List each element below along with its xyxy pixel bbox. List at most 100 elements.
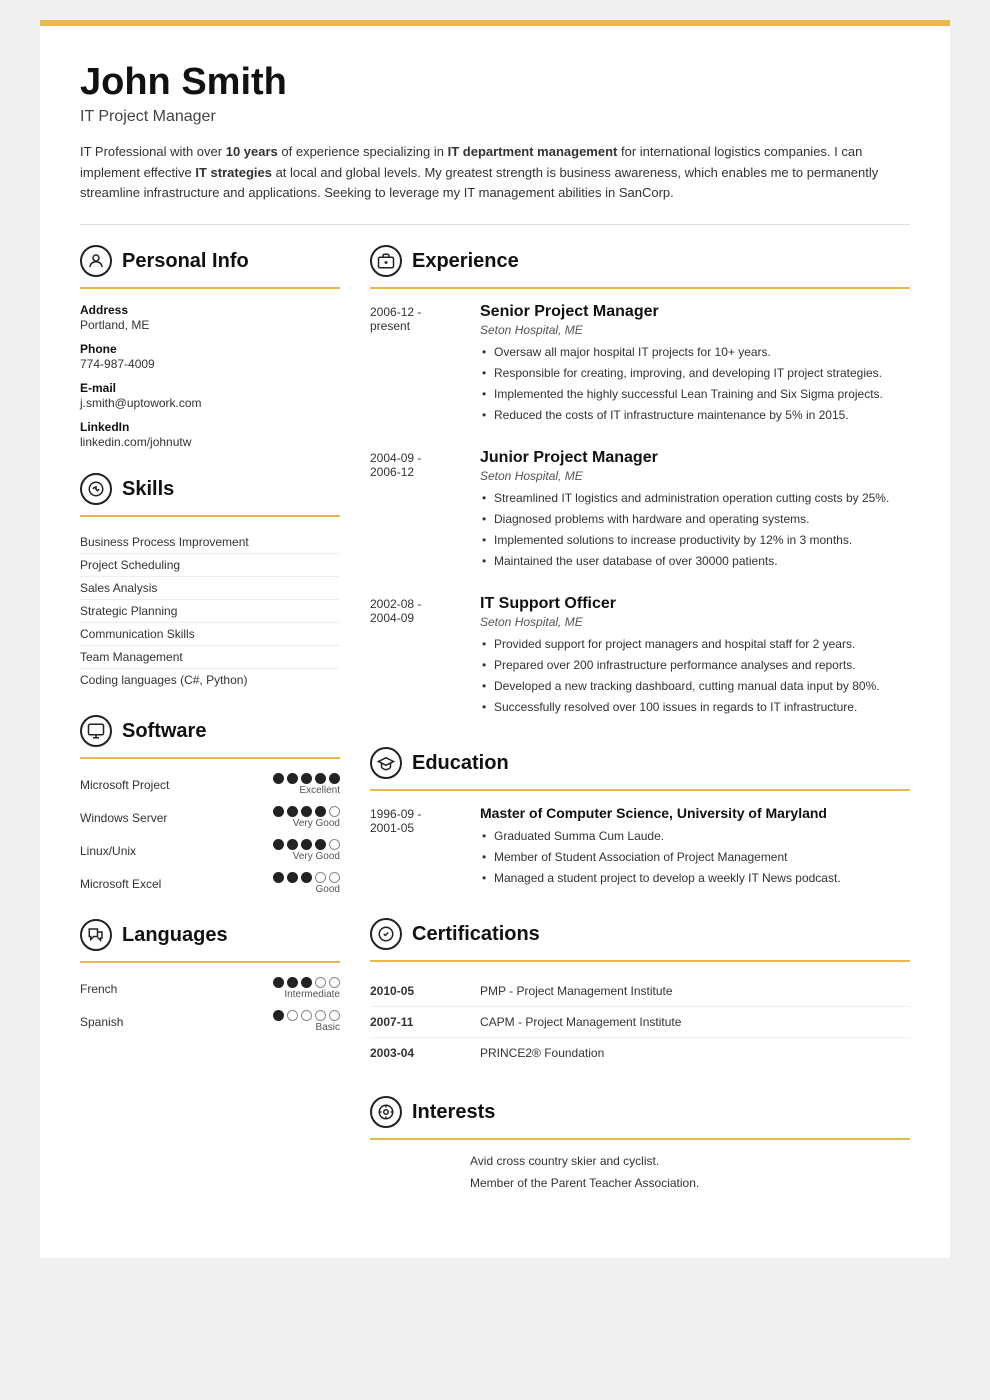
dot (315, 1010, 326, 1021)
address-value: Portland, ME (80, 318, 340, 332)
bullet-item: Oversaw all major hospital IT projects f… (480, 343, 910, 361)
right-column: Experience 2006-12 -present Senior Proje… (370, 245, 910, 1218)
cert-name: PRINCE2® Foundation (480, 1046, 604, 1060)
software-name: Microsoft Excel (80, 877, 190, 891)
interests-title: Interests (412, 1101, 495, 1124)
languages-divider (80, 961, 340, 963)
dot (315, 806, 326, 817)
bullet-item: Managed a student project to develop a w… (480, 869, 910, 887)
dot (329, 872, 340, 883)
software-dots (273, 872, 340, 883)
software-item-windows-server: Windows Server Very Good (80, 806, 340, 829)
dot (273, 839, 284, 850)
header-section: John Smith IT Project Manager IT Profess… (80, 62, 910, 225)
experience-entry-1: 2006-12 -present Senior Project Manager … (370, 303, 910, 427)
bullet-item: Provided support for project managers an… (480, 635, 910, 653)
software-level: Good (316, 884, 340, 895)
software-level: Very Good (293, 818, 340, 829)
experience-heading: Experience (370, 245, 910, 277)
header-summary: IT Professional with over 10 years of ex… (80, 142, 910, 225)
certifications-section: Certifications 2010-05 PMP - Project Man… (370, 918, 910, 1068)
skill-item: Communication Skills (80, 623, 340, 646)
software-item-microsoft-project: Microsoft Project Excellent (80, 773, 340, 796)
edu-dates: 1996-09 -2001-05 (370, 805, 460, 890)
bullet-item: Responsible for creating, improving, and… (480, 364, 910, 382)
education-heading: Education (370, 747, 910, 779)
dot (287, 806, 298, 817)
software-rating: Very Good (273, 839, 340, 862)
experience-icon (370, 245, 402, 277)
experience-entry-2: 2004-09 -2006-12 Junior Project Manager … (370, 449, 910, 573)
dot (273, 1010, 284, 1021)
dot (329, 773, 340, 784)
software-item-linux-unix: Linux/Unix Very Good (80, 839, 340, 862)
experience-section: Experience 2006-12 -present Senior Proje… (370, 245, 910, 719)
exp-content: IT Support Officer Seton Hospital, ME Pr… (480, 595, 910, 719)
exp-content: Senior Project Manager Seton Hospital, M… (480, 303, 910, 427)
software-name: Windows Server (80, 811, 190, 825)
bullet-item: Prepared over 200 infrastructure perform… (480, 656, 910, 674)
dot (301, 806, 312, 817)
software-heading: Software (80, 715, 340, 747)
software-icon (80, 715, 112, 747)
experience-divider (370, 287, 910, 289)
education-section: Education 1996-09 -2001-05 Master of Com… (370, 747, 910, 890)
bullet-item: Diagnosed problems with hardware and ope… (480, 510, 910, 528)
skill-item: Project Scheduling (80, 554, 340, 577)
software-dots (273, 839, 340, 850)
edu-degree: Master of Computer Science, University o… (480, 805, 910, 821)
candidate-title: IT Project Manager (80, 108, 910, 126)
language-item-french: French Intermediate (80, 977, 340, 1000)
bullet-item: Successfully resolved over 100 issues in… (480, 698, 910, 716)
certifications-divider (370, 960, 910, 962)
cert-date: 2010-05 (370, 984, 460, 998)
lang-rating: Intermediate (273, 977, 340, 1000)
bullet-item: Maintained the user database of over 300… (480, 552, 910, 570)
skill-item: Sales Analysis (80, 577, 340, 600)
education-divider (370, 789, 910, 791)
personal-info-divider (80, 287, 340, 289)
email-label: E-mail (80, 381, 340, 395)
exp-company: Seton Hospital, ME (480, 615, 910, 629)
software-title: Software (122, 720, 206, 743)
bullet-item: Developed a new tracking dashboard, cutt… (480, 677, 910, 695)
cert-name: CAPM - Project Management Institute (480, 1015, 681, 1029)
software-rating: Excellent (273, 773, 340, 796)
interests-icon (370, 1096, 402, 1128)
dot (301, 872, 312, 883)
dot (329, 839, 340, 850)
interests-divider (370, 1138, 910, 1140)
exp-bullets: Oversaw all major hospital IT projects f… (480, 343, 910, 424)
lang-rating: Basic (273, 1010, 340, 1033)
dot (273, 977, 284, 988)
experience-entry-3: 2002-08 -2004-09 IT Support Officer Seto… (370, 595, 910, 719)
interests-heading: Interests (370, 1096, 910, 1128)
edu-bullets: Graduated Summa Cum Laude. Member of Stu… (480, 827, 910, 887)
skill-item: Strategic Planning (80, 600, 340, 623)
software-item-microsoft-excel: Microsoft Excel Good (80, 872, 340, 895)
dot (273, 806, 284, 817)
dot (315, 977, 326, 988)
cert-date: 2003-04 (370, 1046, 460, 1060)
dot (287, 977, 298, 988)
exp-dates: 2002-08 -2004-09 (370, 595, 460, 719)
edu-content: Master of Computer Science, University o… (480, 805, 910, 890)
skill-item: Team Management (80, 646, 340, 669)
phone-value: 774-987-4009 (80, 357, 340, 371)
languages-heading: Languages (80, 919, 340, 951)
software-rating: Good (273, 872, 340, 895)
education-title: Education (412, 752, 509, 775)
certifications-title: Certifications (412, 923, 540, 946)
linkedin-label: LinkedIn (80, 420, 340, 434)
bullet-item: Streamlined IT logistics and administrat… (480, 489, 910, 507)
certifications-icon (370, 918, 402, 950)
exp-company: Seton Hospital, ME (480, 469, 910, 483)
interest-item-1: Avid cross country skier and cyclist. (370, 1154, 910, 1168)
bullet-item: Reduced the costs of IT infrastructure m… (480, 406, 910, 424)
cert-name: PMP - Project Management Institute (480, 984, 673, 998)
dot (301, 1010, 312, 1021)
lang-level: Intermediate (284, 989, 340, 1000)
cert-entry-2: 2007-11 CAPM - Project Management Instit… (370, 1007, 910, 1038)
dot (273, 872, 284, 883)
cert-entry-3: 2003-04 PRINCE2® Foundation (370, 1038, 910, 1068)
